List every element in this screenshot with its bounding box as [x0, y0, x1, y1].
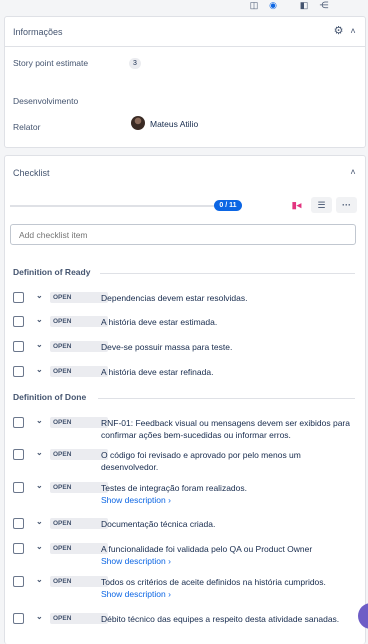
progress-count: 0 / 11 — [214, 200, 242, 211]
status-badge[interactable]: OPEN — [50, 366, 108, 377]
story-points-badge: 3 — [129, 58, 141, 69]
checkbox[interactable] — [13, 292, 24, 303]
checkbox[interactable] — [13, 366, 24, 377]
item-text[interactable]: Dependencias devem estar resolvidas. — [101, 292, 359, 304]
copy-icon[interactable]: ◧ — [298, 0, 310, 10]
chevron-down-icon[interactable]: ⌄ — [36, 291, 43, 300]
item-text[interactable]: Débito técnico das equipes a respeito de… — [101, 613, 359, 625]
filter-icon[interactable]: ☰ — [311, 197, 332, 213]
reporter-name[interactable]: Mateus Atilio — [150, 119, 198, 129]
item-text: Todos os critérios de aceite definidos n… — [101, 576, 359, 600]
status-badge[interactable]: OPEN — [50, 449, 108, 460]
item-text-label[interactable]: A funcionalidade foi validada pelo QA ou… — [101, 544, 312, 554]
field-label-desenvolvimento: Desenvolvimento — [13, 96, 79, 106]
chevron-up-icon[interactable]: ˄ — [347, 26, 359, 36]
item-text[interactable]: Deve-se possuir massa para teste. — [101, 341, 359, 353]
item-text[interactable]: O código foi revisado e aprovado por pel… — [101, 449, 359, 473]
story-points-value[interactable]: 3 — [129, 57, 141, 69]
checkbox[interactable] — [13, 417, 24, 428]
chevron-down-icon[interactable]: ⌄ — [36, 517, 43, 526]
field-label-relator: Relator — [13, 122, 41, 132]
checklist-panel-header[interactable]: Checklist ˄ — [5, 156, 365, 186]
info-panel-title: Informações — [13, 27, 63, 37]
chevron-down-icon[interactable]: ⌄ — [36, 416, 43, 425]
item-text: Testes de integração foram realizados. S… — [101, 482, 359, 506]
checkbox[interactable] — [13, 576, 24, 587]
info-icon[interactable]: ◫ — [248, 0, 260, 10]
status-badge[interactable]: OPEN — [50, 341, 108, 352]
item-text-label[interactable]: Testes de integração foram realizados. — [101, 483, 247, 493]
checkbox[interactable] — [13, 518, 24, 529]
field-label-story-points: Story point estimate — [13, 58, 89, 68]
status-badge[interactable]: OPEN — [50, 613, 108, 624]
top-toolbar: ◫ ◉ ◧ ⋲ — [0, 0, 368, 14]
chevron-down-icon[interactable]: ⌄ — [36, 448, 43, 457]
checkbox[interactable] — [13, 449, 24, 460]
divider — [100, 273, 355, 274]
status-badge[interactable]: OPEN — [50, 316, 108, 327]
avatar[interactable] — [131, 116, 145, 130]
chevron-down-icon[interactable]: ⌄ — [36, 315, 43, 324]
status-badge[interactable]: OPEN — [50, 518, 108, 529]
status-badge[interactable]: OPEN — [50, 543, 108, 554]
chevron-down-icon[interactable]: ⌄ — [36, 481, 43, 490]
show-description-link[interactable]: Show description › — [101, 555, 359, 567]
more-icon[interactable]: ··· — [336, 197, 357, 213]
show-description-link[interactable]: Show description › — [101, 588, 359, 600]
chevron-down-icon[interactable]: ⌄ — [36, 575, 43, 584]
add-checklist-item-input[interactable] — [10, 224, 356, 245]
item-text[interactable]: RNF-01: Feedback visual ou mensagens dev… — [101, 417, 359, 441]
show-description-link[interactable]: Show description › — [101, 494, 359, 506]
status-badge[interactable]: OPEN — [50, 482, 108, 493]
chevron-down-icon[interactable]: ⌄ — [36, 340, 43, 349]
chevron-down-icon[interactable]: ⌄ — [36, 365, 43, 374]
info-panel-header[interactable]: Informações ⚙ ˄ — [5, 17, 365, 47]
chevron-down-icon[interactable]: ⌄ — [36, 612, 43, 621]
progress-bar — [10, 205, 214, 207]
status-badge[interactable]: OPEN — [50, 417, 108, 428]
user-icon[interactable]: ◉ — [267, 0, 279, 10]
share-icon[interactable]: ⋲ — [318, 0, 330, 10]
chevron-up-icon[interactable]: ˄ — [347, 167, 359, 177]
checkbox[interactable] — [13, 613, 24, 624]
section-title-done: Definition of Done — [13, 392, 87, 402]
status-badge[interactable]: OPEN — [50, 292, 108, 303]
chevron-down-icon[interactable]: ⌄ — [36, 542, 43, 551]
item-text: A funcionalidade foi validada pelo QA ou… — [101, 543, 359, 567]
item-text[interactable]: A história deve estar estimada. — [101, 316, 359, 328]
flag-icon[interactable]: ▮◂ — [286, 197, 307, 213]
checkbox[interactable] — [13, 482, 24, 493]
checkbox[interactable] — [13, 543, 24, 554]
divider — [98, 398, 355, 399]
status-badge[interactable]: OPEN — [50, 576, 108, 587]
gear-icon[interactable]: ⚙ — [332, 25, 345, 38]
checklist-title: Checklist — [13, 168, 50, 178]
checkbox[interactable] — [13, 316, 24, 327]
item-text-label[interactable]: Todos os critérios de aceite definidos n… — [101, 577, 326, 587]
checkbox[interactable] — [13, 341, 24, 352]
section-title-ready: Definition of Ready — [13, 267, 91, 277]
item-text[interactable]: A história deve estar refinada. — [101, 366, 359, 378]
item-text[interactable]: Documentação técnica criada. — [101, 518, 359, 530]
